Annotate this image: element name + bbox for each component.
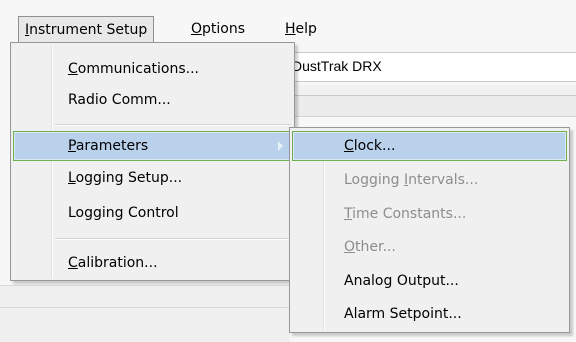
- menu-item-radio-comm[interactable]: Radio Comm...: [13, 85, 292, 115]
- menubar-help[interactable]: Help: [279, 16, 323, 42]
- lower-panel: [0, 285, 290, 342]
- submenu-item-label: Analog Output...: [344, 273, 459, 289]
- menu-item-label: Parameters: [68, 138, 149, 154]
- submenu-item-clock[interactable]: Clock...: [292, 131, 567, 161]
- parameters-submenu: Clock... Logging Intervals... Time Const…: [289, 127, 570, 333]
- menu-item-label: Calibration...: [68, 255, 158, 271]
- submenu-item-time-constants[interactable]: Time Constants...: [292, 199, 567, 229]
- submenu-item-label: Other...: [344, 239, 396, 255]
- menubar-options[interactable]: Options: [185, 16, 251, 42]
- menu-item-logging-control[interactable]: Logging Control: [13, 198, 292, 228]
- menu-item-parameters[interactable]: Parameters: [13, 131, 292, 161]
- menu-item-label: Communications...: [68, 61, 199, 77]
- menubar: Instrument Setup Options Help: [0, 0, 576, 44]
- menu-item-communications[interactable]: Communications...: [13, 54, 292, 84]
- device-name-field: DustTrak DRX: [290, 52, 576, 82]
- menu-item-logging-setup[interactable]: Logging Setup...: [13, 163, 292, 193]
- menu-separator: [55, 124, 291, 126]
- submenu-item-label: Alarm Setpoint...: [344, 306, 462, 322]
- menu-item-calibration[interactable]: Calibration...: [13, 248, 292, 278]
- menubar-instrument-setup[interactable]: Instrument Setup: [18, 16, 155, 42]
- menubar-label: Instrument Setup: [25, 22, 148, 38]
- submenu-arrow-icon: [278, 141, 283, 151]
- submenu-item-analog-output[interactable]: Analog Output...: [292, 266, 567, 296]
- menubar-label: Options: [191, 21, 246, 37]
- submenu-item-other[interactable]: Other...: [292, 232, 567, 262]
- submenu-item-logging-intervals[interactable]: Logging Intervals...: [292, 165, 567, 195]
- menu-item-label: Radio Comm...: [68, 92, 171, 108]
- submenu-item-label: Time Constants...: [344, 206, 467, 222]
- instrument-setup-menu: Communications... Radio Comm... Paramete…: [10, 42, 295, 281]
- menu-item-label: Logging Control: [68, 205, 179, 221]
- menubar-label: Help: [285, 21, 317, 37]
- menu-separator: [55, 238, 291, 240]
- header-strip: [290, 96, 576, 117]
- device-name: DustTrak DRX: [292, 58, 382, 74]
- lower-panel-divider: [0, 307, 290, 308]
- menu-item-label: Logging Setup...: [68, 170, 183, 186]
- toolbar-strip: [290, 85, 576, 96]
- submenu-item-alarm-setpoint[interactable]: Alarm Setpoint...: [292, 299, 567, 329]
- submenu-item-label: Clock...: [344, 138, 396, 154]
- submenu-item-label: Logging Intervals...: [344, 172, 479, 188]
